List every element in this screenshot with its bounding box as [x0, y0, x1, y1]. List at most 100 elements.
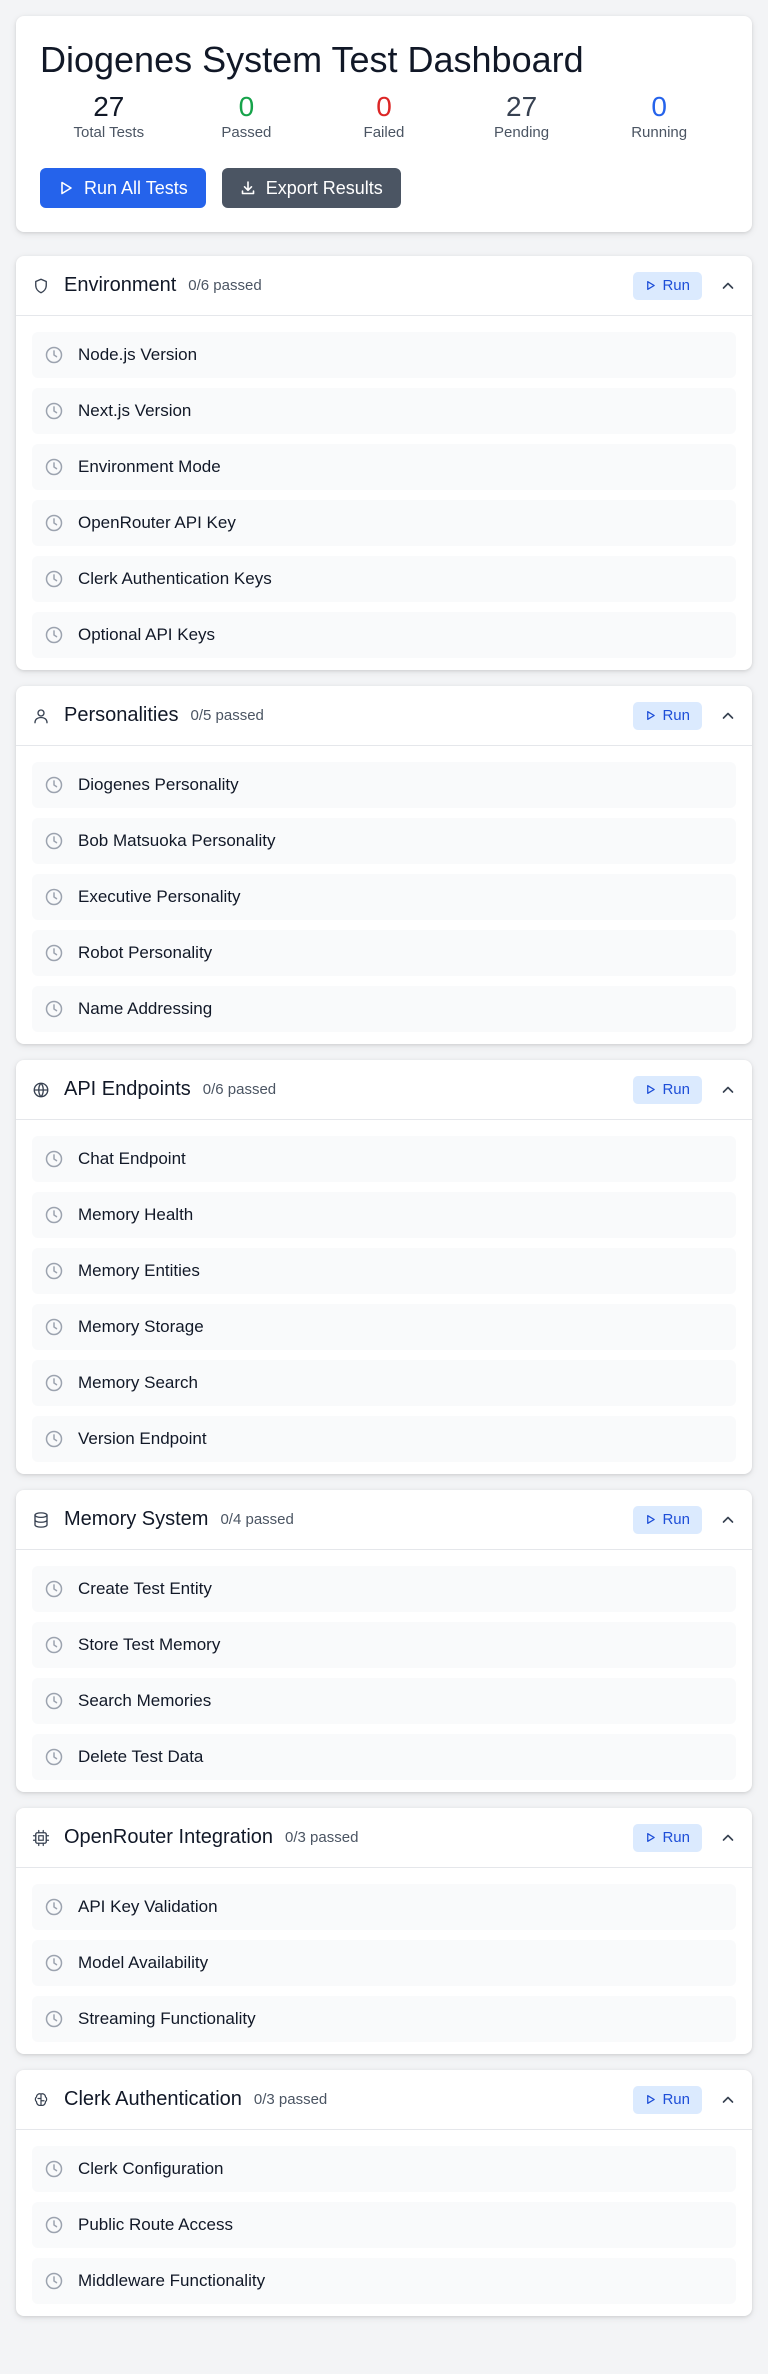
run-label: Run: [662, 277, 690, 294]
test-item[interactable]: Search Memories: [32, 1678, 736, 1724]
shield-icon: [32, 277, 50, 295]
stat-value: 27: [93, 91, 125, 122]
test-name: Delete Test Data: [78, 1747, 204, 1766]
chevron-up-icon[interactable]: [720, 1830, 736, 1846]
test-name: Public Route Access: [78, 2215, 233, 2234]
test-name: API Key Validation: [78, 1897, 218, 1916]
test-item[interactable]: Memory Storage: [32, 1304, 736, 1350]
test-item[interactable]: Executive Personality: [32, 874, 736, 920]
chevron-up-icon[interactable]: [720, 1082, 736, 1098]
test-item[interactable]: Middleware Functionality: [32, 2258, 736, 2304]
test-item[interactable]: API Key Validation: [32, 1884, 736, 1930]
clock-icon: [44, 1261, 64, 1281]
header-actions: Run All Tests Export Results: [40, 168, 728, 208]
test-item[interactable]: Streaming Functionality: [32, 1996, 736, 2042]
section-header[interactable]: Clerk Authentication 0/3 passed Run: [16, 2070, 752, 2130]
clock-icon: [44, 345, 64, 365]
section-title: Memory System: [64, 1508, 209, 1530]
section-header[interactable]: API Endpoints 0/6 passed Run: [16, 1060, 752, 1120]
play-icon: [645, 280, 656, 291]
section-run-button[interactable]: Run: [633, 701, 702, 730]
test-name: Chat Endpoint: [78, 1149, 186, 1168]
chevron-up-icon[interactable]: [720, 278, 736, 294]
play-icon: [645, 1832, 656, 1843]
test-item[interactable]: Delete Test Data: [32, 1734, 736, 1780]
test-item[interactable]: Version Endpoint: [32, 1416, 736, 1462]
test-item[interactable]: Environment Mode: [32, 444, 736, 490]
stat-passed: 0 Passed: [178, 92, 316, 142]
section-run-button[interactable]: Run: [633, 1505, 702, 1534]
play-icon: [645, 710, 656, 721]
stat-label: Running: [631, 124, 688, 141]
play-icon: [645, 1084, 656, 1095]
chevron-up-icon[interactable]: [720, 2092, 736, 2108]
test-item[interactable]: Public Route Access: [32, 2202, 736, 2248]
section-header[interactable]: Environment 0/6 passed Run: [16, 256, 752, 316]
stat-total: 27 Total Tests: [40, 92, 178, 142]
test-item[interactable]: Store Test Memory: [32, 1622, 736, 1668]
section-test-list: Create Test Entity Store Test Memory Sea…: [16, 1550, 752, 1792]
test-item[interactable]: Clerk Configuration: [32, 2146, 736, 2192]
user-icon: [32, 707, 50, 725]
clock-icon: [44, 569, 64, 589]
section-header[interactable]: Memory System 0/4 passed Run: [16, 1490, 752, 1550]
stat-label: Passed: [221, 124, 272, 141]
clock-icon: [44, 887, 64, 907]
globe-icon: [32, 1081, 50, 1099]
section-environment: Environment 0/6 passed Run Node.js Versi…: [16, 256, 752, 670]
test-item[interactable]: Model Availability: [32, 1940, 736, 1986]
stat-label: Pending: [494, 124, 550, 141]
stat-value: 0: [651, 91, 667, 122]
section-pass-count: 0/6 passed: [202, 1081, 277, 1098]
stat-pending: 27 Pending: [453, 92, 591, 142]
section-header[interactable]: Personalities 0/5 passed Run: [16, 686, 752, 746]
clock-icon: [44, 401, 64, 421]
run-label: Run: [662, 707, 690, 724]
chevron-up-icon[interactable]: [720, 1512, 736, 1528]
test-item[interactable]: Bob Matsuoka Personality: [32, 818, 736, 864]
test-item[interactable]: Memory Entities: [32, 1248, 736, 1294]
test-item[interactable]: Next.js Version: [32, 388, 736, 434]
stat-running: 0 Running: [590, 92, 728, 142]
section-run-button[interactable]: Run: [633, 1075, 702, 1104]
section-run-button[interactable]: Run: [633, 2085, 702, 2114]
test-item[interactable]: Chat Endpoint: [32, 1136, 736, 1182]
test-name: Create Test Entity: [78, 1579, 212, 1598]
section-run-button[interactable]: Run: [633, 1823, 702, 1852]
test-item[interactable]: Memory Search: [32, 1360, 736, 1406]
clock-icon: [44, 625, 64, 645]
section-clerk-authentication: Clerk Authentication 0/3 passed Run Cler…: [16, 2070, 752, 2316]
section-pass-count: 0/5 passed: [190, 707, 264, 724]
section-run-button[interactable]: Run: [633, 271, 702, 300]
test-item[interactable]: Node.js Version: [32, 332, 736, 378]
section-test-list: API Key Validation Model Availability St…: [16, 1868, 752, 2054]
run-all-label: Run All Tests: [84, 177, 188, 198]
run-label: Run: [662, 1081, 690, 1098]
stat-value: 0: [376, 91, 392, 122]
test-name: Memory Entities: [78, 1261, 200, 1280]
run-all-tests-button[interactable]: Run All Tests: [40, 168, 206, 208]
test-name: Node.js Version: [78, 345, 198, 364]
export-results-button[interactable]: Export Results: [221, 168, 401, 208]
test-item[interactable]: Name Addressing: [32, 986, 736, 1032]
section-title: OpenRouter Integration: [64, 1826, 274, 1848]
dashboard-header: Diogenes System Test Dashboard 27 Total …: [16, 16, 752, 232]
test-item[interactable]: Robot Personality: [32, 930, 736, 976]
chevron-up-icon[interactable]: [720, 708, 736, 724]
test-name: Optional API Keys: [78, 625, 216, 644]
stat-label: Total Tests: [73, 124, 145, 141]
clock-icon: [44, 1747, 64, 1767]
play-icon: [645, 1514, 656, 1525]
test-item[interactable]: Create Test Entity: [32, 1566, 736, 1612]
test-item[interactable]: Clerk Authentication Keys: [32, 556, 736, 602]
test-item[interactable]: Optional API Keys: [32, 612, 736, 658]
clock-icon: [44, 1579, 64, 1599]
database-icon: [32, 1511, 50, 1529]
section-header[interactable]: OpenRouter Integration 0/3 passed Run: [16, 1808, 752, 1868]
section-test-list: Clerk Configuration Public Route Access …: [16, 2130, 752, 2316]
section-pass-count: 0/4 passed: [220, 1511, 294, 1528]
test-item[interactable]: OpenRouter API Key: [32, 500, 736, 546]
test-item[interactable]: Memory Health: [32, 1192, 736, 1238]
test-name: Memory Storage: [78, 1317, 204, 1336]
test-item[interactable]: Diogenes Personality: [32, 762, 736, 808]
